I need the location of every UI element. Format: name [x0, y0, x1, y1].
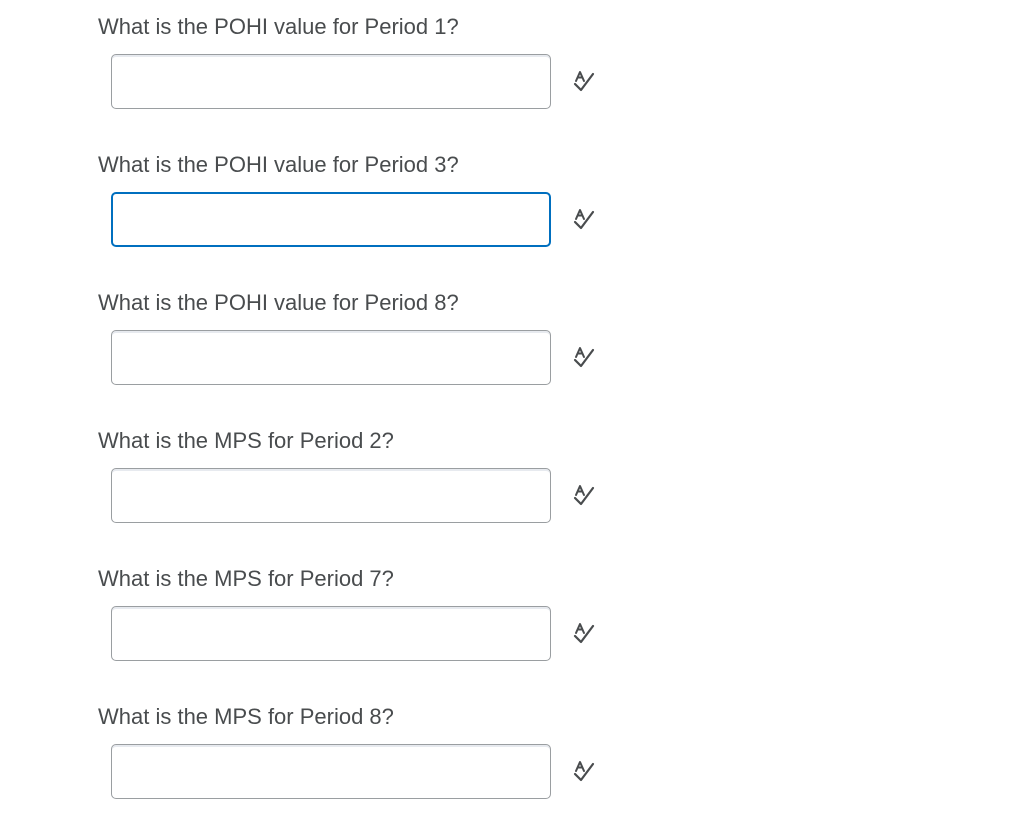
spell-check-icon [573, 209, 595, 230]
spell-check-icon [573, 71, 595, 92]
question-4: What is the MPS for Period 2? [98, 414, 998, 552]
question-label: What is the POHI value for Period 8? [98, 290, 459, 315]
question-label: What is the POHI value for Period 3? [98, 152, 459, 177]
spell-check-button[interactable] [568, 618, 600, 650]
question-2: What is the POHI value for Period 3? [98, 138, 998, 276]
spell-check-icon [573, 761, 595, 782]
question-label: What is the MPS for Period 8? [98, 704, 394, 729]
spell-check-icon [573, 485, 595, 506]
answer-input[interactable] [111, 606, 551, 661]
question-5: What is the MPS for Period 7? [98, 552, 998, 690]
spell-check-button[interactable] [568, 66, 600, 98]
answer-input[interactable] [111, 192, 551, 247]
answer-input[interactable] [111, 330, 551, 385]
question-1: What is the POHI value for Period 1? [98, 0, 998, 138]
answer-input[interactable] [111, 54, 551, 109]
spell-check-icon [573, 623, 595, 644]
answer-input[interactable] [111, 744, 551, 799]
spell-check-button[interactable] [568, 204, 600, 236]
question-label: What is the POHI value for Period 1? [98, 14, 459, 39]
question-label: What is the MPS for Period 2? [98, 428, 394, 453]
question-3: What is the POHI value for Period 8? [98, 276, 998, 414]
spell-check-button[interactable] [568, 480, 600, 512]
answer-input[interactable] [111, 468, 551, 523]
question-label: What is the MPS for Period 7? [98, 566, 394, 591]
spell-check-button[interactable] [568, 756, 600, 788]
spell-check-icon [573, 347, 595, 368]
question-6: What is the MPS for Period 8? [98, 690, 998, 828]
spell-check-button[interactable] [568, 342, 600, 374]
